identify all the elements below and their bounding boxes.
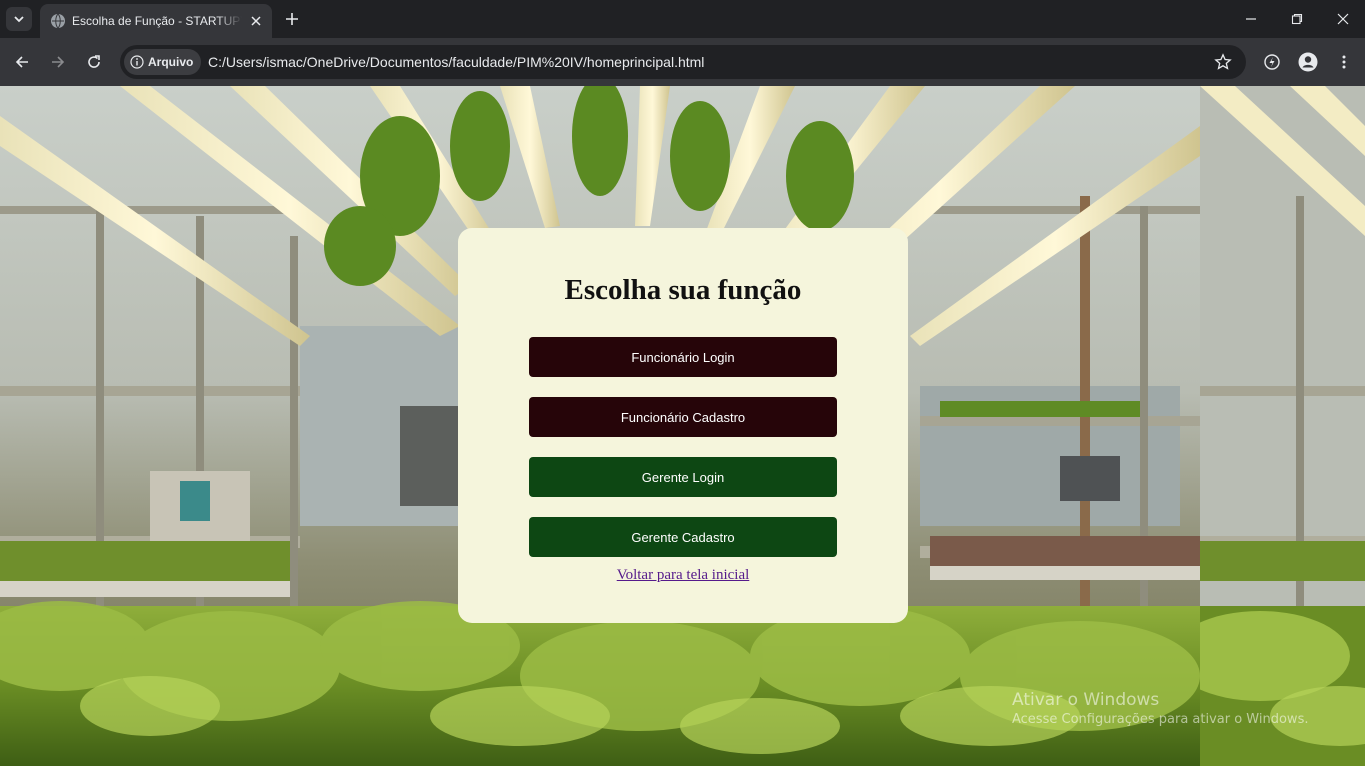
forward-button[interactable]: [46, 50, 70, 74]
watermark-title: Ativar o Windows: [1012, 690, 1160, 710]
site-info-chip[interactable]: Arquivo: [124, 49, 202, 75]
more-vertical-icon: [1342, 55, 1346, 69]
new-tab-plus-icon[interactable]: [282, 9, 302, 29]
gerente-cadastro-button[interactable]: Gerente Cadastro: [529, 517, 837, 557]
reload-button[interactable]: [82, 50, 106, 74]
performance-icon: [1264, 54, 1280, 70]
watermark-subtitle: Acesse Configurações para ativar o Windo…: [1012, 712, 1309, 727]
info-icon: [130, 55, 144, 69]
gerente-login-button[interactable]: Gerente Login: [529, 457, 837, 497]
reload-icon: [88, 55, 100, 68]
close-icon[interactable]: [248, 13, 264, 29]
close-window-button[interactable]: [1320, 0, 1365, 38]
tab-search-button[interactable]: [6, 7, 32, 31]
greenhouse-background-repeat: [1200, 86, 1365, 766]
url-text[interactable]: C:/Users/ismac/OneDrive/Documentos/facul…: [208, 54, 704, 70]
funcionario-cadastro-button[interactable]: Funcionário Cadastro: [529, 397, 837, 437]
globe-icon: [51, 13, 65, 29]
address-bar[interactable]: Arquivo C:/Users/ismac/OneDrive/Document…: [120, 45, 1246, 79]
restore-icon: [1291, 13, 1303, 25]
tab-title: Escolha de Função - STARTUPYAN: [72, 14, 242, 28]
menu-button[interactable]: [1332, 50, 1356, 74]
minimize-button[interactable]: [1228, 0, 1274, 38]
windows-activation-watermark: Ativar o Windows Acesse Configurações pa…: [1012, 689, 1308, 729]
chevron-down-icon: [14, 16, 24, 23]
back-button[interactable]: [10, 50, 34, 74]
profile-button[interactable]: [1296, 50, 1320, 74]
funcionario-login-button[interactable]: Funcionário Login: [529, 337, 837, 377]
arrow-left-icon: [15, 56, 28, 68]
minimize-icon: [1246, 18, 1256, 20]
extensions-button[interactable]: [1260, 50, 1284, 74]
bookmark-star-icon[interactable]: [1214, 53, 1232, 71]
browser-tab[interactable]: Escolha de Função - STARTUPYAN: [40, 4, 272, 38]
page-title: Escolha sua função: [564, 274, 802, 306]
restore-button[interactable]: [1274, 0, 1320, 38]
back-to-home-link[interactable]: Voltar para tela inicial: [458, 567, 908, 584]
security-chip-label: Arquivo: [148, 55, 194, 69]
arrow-right-icon: [52, 56, 65, 68]
close-icon: [1337, 13, 1349, 25]
browser-tab-strip: Escolha de Função - STARTUPYAN: [0, 0, 1365, 38]
avatar-icon: [1298, 52, 1318, 72]
role-selection-card: Escolha sua função Funcionário Login Fun…: [458, 228, 908, 623]
browser-toolbar: Arquivo C:/Users/ismac/OneDrive/Document…: [0, 38, 1365, 86]
page-viewport: Escolha sua função Funcionário Login Fun…: [0, 86, 1365, 766]
